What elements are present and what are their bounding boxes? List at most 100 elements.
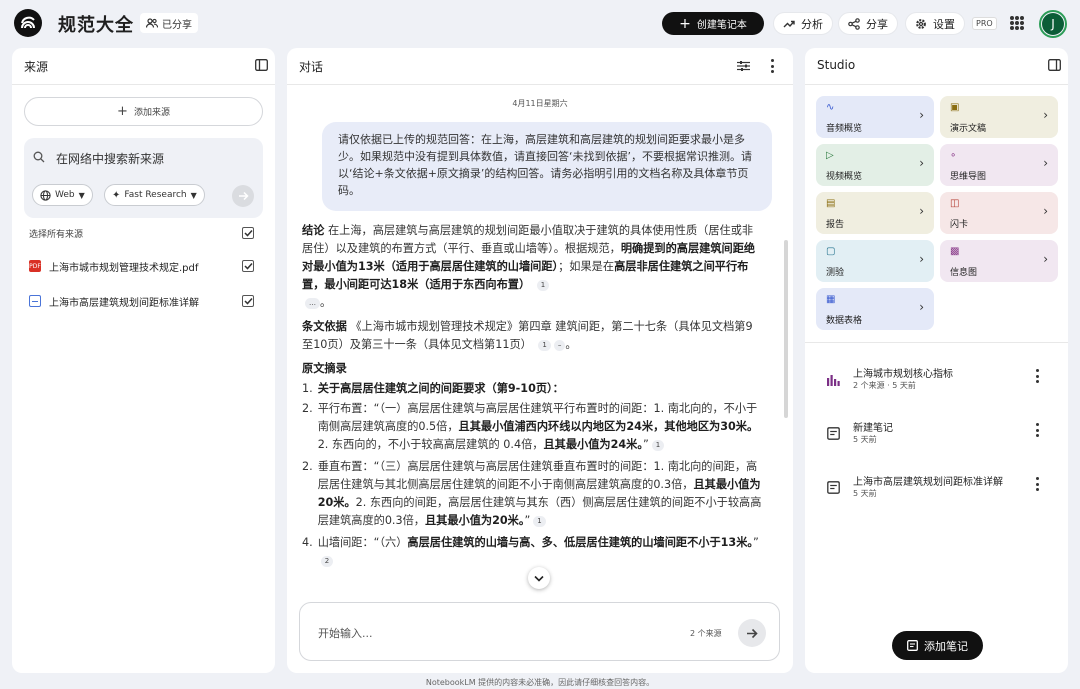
source-checkbox[interactable] (242, 295, 254, 307)
analyze-label: 分析 (801, 17, 823, 31)
answer-text: 。 (565, 338, 577, 351)
answer-text: 《上海市城市规划管理技术规定》第四章 建筑间距，第二十七条（具体见文档第9至10… (302, 320, 753, 351)
note-meta: 5 天前 (853, 435, 877, 444)
analyze-button[interactable]: 分析 (773, 12, 833, 35)
account-avatar[interactable]: J (1039, 10, 1067, 38)
collapse-sources-icon[interactable] (254, 58, 268, 72)
studio-tile-label: 思维导图 (950, 172, 987, 182)
infographic-icon: ▩ (950, 246, 960, 257)
citation-more-chip[interactable]: … (305, 297, 320, 309)
arrow-right-icon (238, 191, 249, 201)
list-item-text: 2. 东西向的，不小于较高高层建筑的 0.4倍， (317, 438, 544, 451)
scroll-down-button[interactable] (528, 567, 550, 589)
waveform-icon: ∿ (826, 102, 835, 113)
collapse-studio-icon[interactable] (1047, 58, 1061, 72)
studio-tile[interactable]: ∘ 思维导图 › (940, 144, 1058, 186)
note-more-icon[interactable] (1036, 477, 1040, 491)
chat-date: 4月11日星期六 (512, 99, 568, 108)
chevron-right-icon: › (919, 204, 924, 218)
source-item[interactable]: PDF 上海市城市规划管理技术规定.pdf (29, 258, 198, 274)
create-notebook-label: 创建笔记本 (696, 20, 747, 31)
search-submit-button[interactable] (232, 185, 254, 207)
send-button[interactable] (738, 619, 766, 647)
source-count: 2 个来源 (690, 629, 722, 638)
studio-tile[interactable]: ▦ 数据表格 › (816, 288, 934, 330)
mindmap-icon: ∘ (950, 150, 957, 161)
chat-scrollbar[interactable] (784, 240, 788, 418)
shared-badge[interactable]: 已分享 (140, 13, 198, 33)
studio-tile-label: 闪卡 (950, 220, 969, 230)
citation-chip[interactable]: 1 (533, 515, 546, 527)
video-icon: ▷ (826, 150, 834, 161)
chat-panel: 对话 4月11日星期六 请仅依据已上传的规范回答：在上海，高层建筑和高层建筑的规… (287, 48, 793, 673)
note-item[interactable]: 上海市高层建筑规划间距标准详解 5 天前 (823, 473, 1043, 507)
notebook-title[interactable]: 规范大全 (58, 11, 134, 37)
list-number: 4. (302, 536, 313, 549)
add-note-button[interactable]: 添加笔记 (892, 631, 983, 660)
web-chip-label: Web (55, 190, 75, 200)
chat-more-icon[interactable] (771, 59, 775, 73)
pro-badge: PRO (972, 17, 997, 30)
studio-tile-label: 音频概览 (826, 124, 863, 134)
list-item-text: 关于高层居住建筑之间的间距要求（第9-10页）： (317, 382, 564, 395)
studio-tile[interactable]: ◫ 闪卡 › (940, 192, 1058, 234)
list-item: 2. 垂直布置：“（三）高层居住建筑与高层居住建筑垂直布置时的间距：1. 南北向… (302, 458, 762, 530)
studio-tile[interactable]: ▣ 演示文稿 › (940, 96, 1058, 138)
trending-icon (783, 20, 795, 27)
note-title: 上海城市规划核心指标 (853, 369, 953, 380)
citation-chip[interactable]: 1 (536, 279, 550, 291)
source-item-label: 上海市高层建筑规划间距标准详解 (49, 297, 199, 309)
chart-icon (825, 371, 841, 387)
note-icon (825, 479, 841, 495)
chevron-right-icon: › (919, 156, 924, 170)
research-mode-dropdown[interactable]: ✦ Fast Research ▼ (104, 184, 205, 206)
table-icon: ▦ (826, 294, 836, 305)
user-question-bubble: 请仅依据已上传的规范回答：在上海，高层建筑和高层建筑的规划间距要求最小是多少。如… (322, 122, 772, 211)
studio-tile[interactable]: ▷ 视频概览 › (816, 144, 934, 186)
plus-icon: + (117, 104, 128, 119)
note-item[interactable]: 新建笔记 5 天前 (823, 419, 1043, 453)
top-bar: 规范大全 已分享 + 创建笔记本 分析 分享 设置 PRO J (0, 0, 1080, 46)
list-item: 1. 关于高层居住建筑之间的间距要求（第9-10页）： (302, 380, 762, 398)
note-item[interactable]: 上海城市规划核心指标 2 个来源 · 5 天前 (823, 365, 1043, 399)
create-notebook-button[interactable]: + 创建笔记本 (662, 12, 764, 35)
citation-chip[interactable]: 2 (320, 555, 334, 567)
citation-more-chip[interactable]: – (553, 339, 566, 351)
select-all-checkbox[interactable] (242, 227, 254, 239)
document-icon (29, 295, 41, 307)
notebooklm-logo[interactable] (14, 9, 42, 37)
sources-panel: 来源 + 添加来源 在网络中搜索新来源 Web ▼ ✦ Fast Researc… (12, 48, 275, 673)
add-source-button[interactable]: + 添加来源 (24, 97, 263, 126)
note-more-icon[interactable] (1036, 423, 1040, 437)
chat-input-box[interactable]: 开始输入... 2 个来源 (299, 602, 780, 661)
web-search-input[interactable]: 在网络中搜索新来源 (56, 150, 164, 167)
divider (805, 342, 1068, 343)
chat-input[interactable]: 开始输入... (318, 625, 373, 641)
note-icon (907, 640, 918, 651)
chevron-down-icon: ▼ (78, 190, 85, 200)
sources-title: 来源 (24, 60, 49, 74)
settings-button[interactable]: 设置 (905, 12, 965, 35)
studio-tile[interactable]: ∿ 音频概览 › (816, 96, 934, 138)
studio-tile[interactable]: ▩ 信息图 › (940, 240, 1058, 282)
citation-chip[interactable]: 1 (651, 439, 665, 451)
source-item[interactable]: 上海市高层建筑规划间距标准详解 (29, 293, 199, 309)
gear-icon (916, 18, 926, 29)
studio-tile[interactable]: ▢ 测验 › (816, 240, 934, 282)
settings-label: 设置 (933, 17, 955, 31)
answer-text: 。 (320, 296, 332, 309)
share-button[interactable]: 分享 (838, 12, 898, 35)
web-source-dropdown[interactable]: Web ▼ (32, 184, 93, 206)
apps-grid-icon[interactable] (1010, 16, 1024, 30)
list-item-text: 垂直布置：“（三）高层居住建筑与高层居住建筑垂直布置时的间距：1. 南北向的间距… (317, 460, 758, 491)
source-checkbox[interactable] (242, 260, 254, 272)
list-number: 2. (302, 402, 313, 415)
citation-chip[interactable]: 1 (538, 339, 551, 351)
list-item: 2. 平行布置：“（一）高层居住建筑与高层居住建筑平行布置时的间距：1. 南北向… (302, 400, 762, 454)
source-item-label: 上海市城市规划管理技术规定.pdf (49, 262, 199, 274)
note-more-icon[interactable] (1036, 369, 1040, 383)
studio-tile[interactable]: ▤ 报告 › (816, 192, 934, 234)
search-icon (33, 151, 45, 163)
tune-icon[interactable] (736, 59, 750, 73)
web-search-box: 在网络中搜索新来源 Web ▼ ✦ Fast Research ▼ (24, 138, 263, 218)
